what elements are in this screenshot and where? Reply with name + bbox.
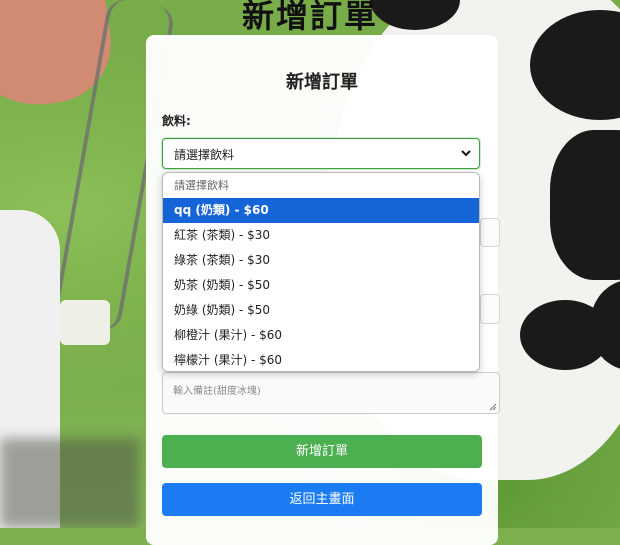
dropdown-option[interactable]: 紅茶 (茶類) - $30 bbox=[163, 223, 479, 248]
submit-order-button[interactable]: 新增訂單 bbox=[162, 435, 482, 468]
dropdown-option[interactable]: qq (奶類) - $60 bbox=[163, 198, 479, 223]
dropdown-option[interactable]: 柳橙汁 (果汁) - $60 bbox=[163, 323, 479, 348]
background-cloth bbox=[60, 300, 110, 345]
drink-select[interactable]: 請選擇飲料 bbox=[162, 138, 480, 169]
dropdown-option[interactable]: 綠茶 (茶類) - $30 bbox=[163, 248, 479, 273]
form-title: 新增訂單 bbox=[286, 72, 358, 93]
back-to-home-button[interactable]: 返回主畫面 bbox=[162, 483, 482, 516]
drink-dropdown-list[interactable]: 請選擇飲料 qq (奶類) - $60 紅茶 (茶類) - $30 綠茶 (茶類… bbox=[162, 172, 480, 372]
dropdown-option[interactable]: 奶茶 (奶類) - $50 bbox=[163, 273, 479, 298]
drink-label: 飲料: bbox=[162, 114, 191, 128]
dropdown-option[interactable]: 奶綠 (奶類) - $50 bbox=[163, 298, 479, 323]
background-shadow bbox=[0, 438, 140, 528]
chevron-down-icon bbox=[461, 150, 471, 157]
dropdown-option[interactable]: 請選擇飲料 bbox=[163, 173, 479, 198]
hidden-field-edge-2 bbox=[480, 294, 500, 324]
drink-select-value: 請選擇飲料 bbox=[174, 148, 235, 162]
note-placeholder: 輸入備註(甜度冰塊) bbox=[173, 386, 261, 397]
note-textarea[interactable]: 輸入備註(甜度冰塊) bbox=[162, 372, 500, 414]
resize-grip-icon[interactable] bbox=[488, 402, 497, 411]
dropdown-option[interactable]: 檸檬汁 (果汁) - $60 bbox=[163, 348, 479, 371]
page-heading: 新增訂單 bbox=[241, 0, 378, 35]
hidden-field-edge bbox=[480, 218, 500, 247]
